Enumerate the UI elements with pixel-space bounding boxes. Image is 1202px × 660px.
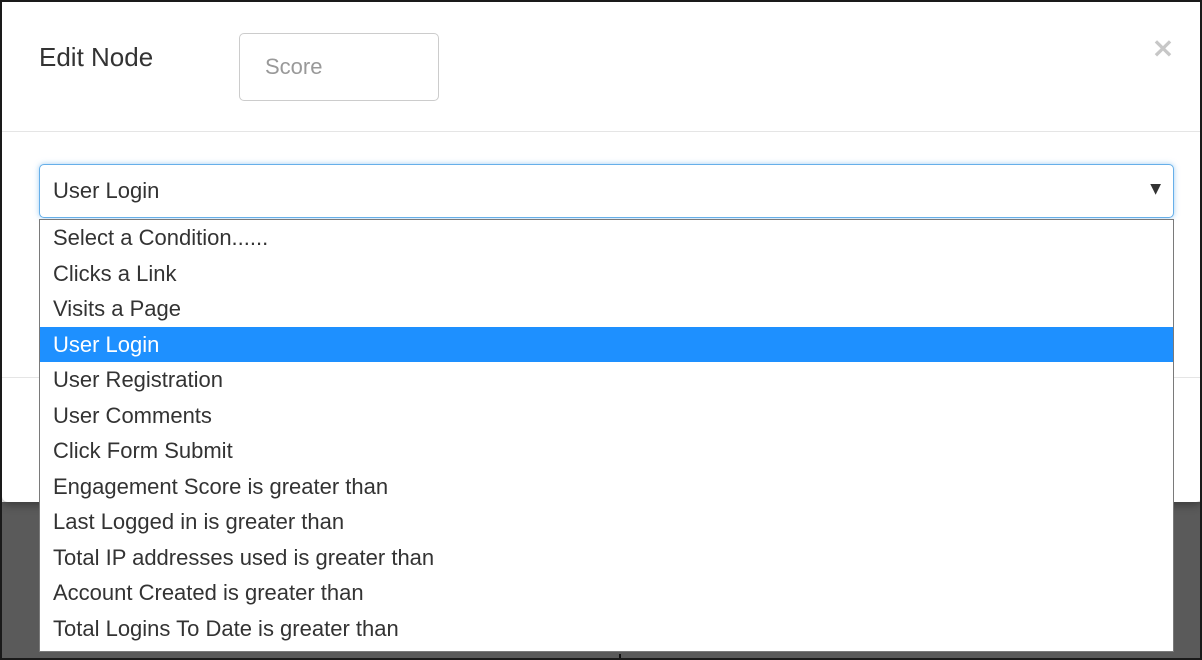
score-input[interactable]	[239, 33, 439, 101]
condition-option[interactable]: Clicks a Link	[40, 256, 1173, 292]
condition-select-value: User Login	[53, 178, 160, 203]
condition-option[interactable]: User Registration	[40, 362, 1173, 398]
condition-option[interactable]: Last Logged in is greater than	[40, 504, 1173, 540]
modal-title: Edit Node	[39, 42, 154, 72]
condition-option[interactable]: Total IP addresses used is greater than	[40, 540, 1173, 576]
screenshot-frame: Edit Node × User Login ▼ Select a Condit…	[0, 0, 1202, 660]
condition-option-selected[interactable]: User Login	[40, 326, 1173, 362]
condition-option[interactable]: Visits a Page	[40, 291, 1173, 327]
condition-dropdown-list: Select a Condition...... Clicks a Link V…	[39, 219, 1174, 652]
close-icon[interactable]: ×	[1149, 34, 1177, 62]
condition-option[interactable]: Select a Condition......	[40, 220, 1173, 256]
condition-option[interactable]: Click Form Submit	[40, 433, 1173, 469]
condition-option[interactable]: Account Created is greater than	[40, 575, 1173, 611]
condition-option[interactable]: User Comments	[40, 398, 1173, 434]
backdrop-mark	[619, 654, 621, 658]
chevron-down-icon: ▼	[1150, 181, 1161, 197]
condition-option[interactable]: Total Logins To Date is greater than	[40, 611, 1173, 647]
condition-option[interactable]: Engagement Score is greater than	[40, 469, 1173, 505]
modal-header: Edit Node ×	[2, 2, 1200, 132]
condition-select[interactable]: User Login ▼	[39, 164, 1174, 218]
